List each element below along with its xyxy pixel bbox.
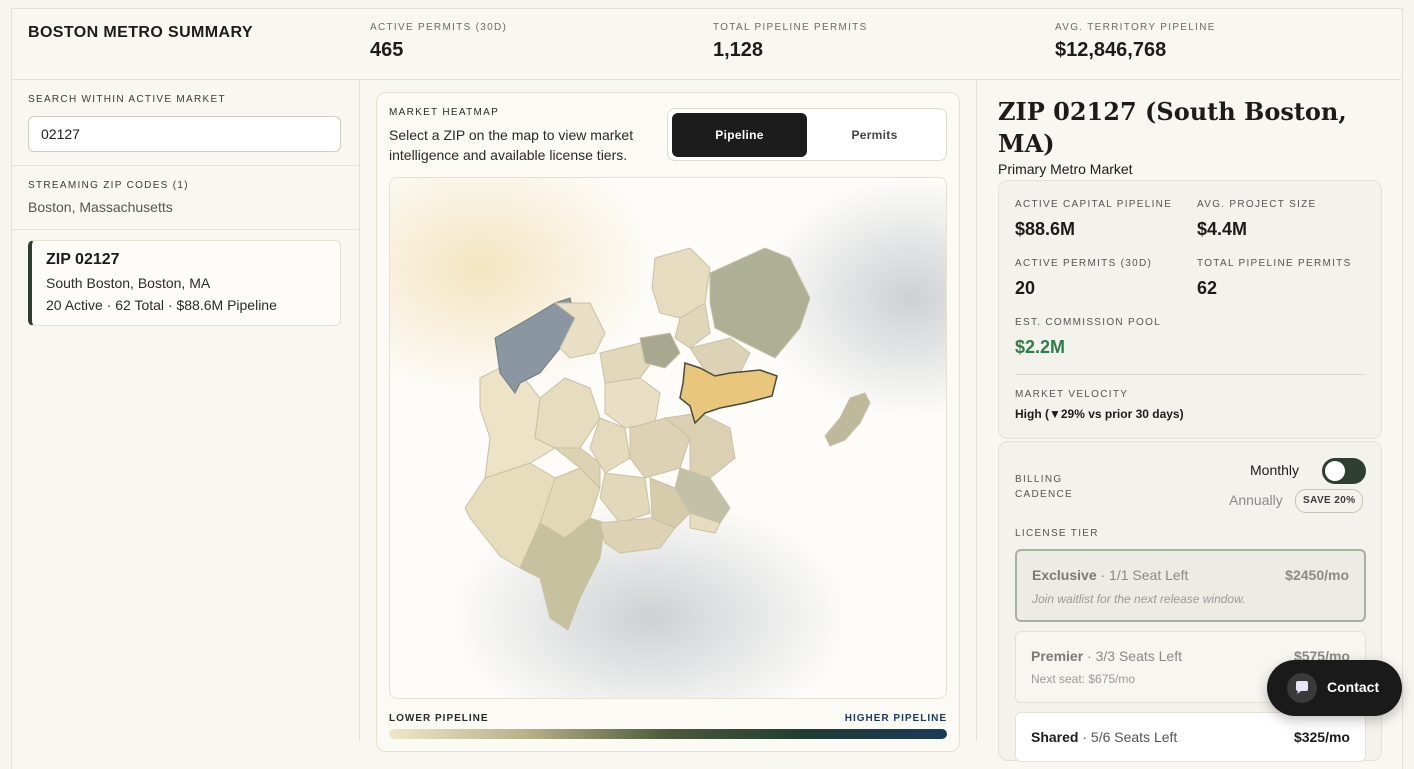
zip-result-title: ZIP 02127 <box>46 251 120 268</box>
zip-region <box>639 332 681 369</box>
summary-title: BOSTON METRO SUMMARY <box>28 24 253 41</box>
annually-option[interactable]: Annually <box>1229 492 1283 508</box>
zip-result-place: South Boston, Boston, MA <box>46 275 211 291</box>
chat-bubble-icon <box>1287 673 1317 703</box>
metric-value: $4.4M <box>1197 219 1248 239</box>
velocity-value: High (▼29% vs prior 30 days) <box>1015 407 1184 421</box>
streaming-label: STREAMING ZIP CODES (1) <box>28 180 189 191</box>
toggle-knob <box>1325 461 1345 481</box>
heatmap-label: MARKET HEATMAP <box>389 107 500 118</box>
pipeline-legend-bar <box>389 729 947 739</box>
legend-low-label: LOWER PIPELINE <box>389 713 489 724</box>
zip-detail-panel: ZIP 02127 (South Boston, MA) Primary Met… <box>976 80 1402 762</box>
tier-note: Join waitlist for the next release windo… <box>1032 592 1246 606</box>
metric-value: 20 <box>1015 278 1036 298</box>
toggle-permits[interactable]: Permits <box>807 113 942 157</box>
license-tier-label: LICENSE TIER <box>1015 528 1099 539</box>
contact-label: Contact <box>1327 679 1380 695</box>
tier-name: Shared · 5/6 Seats Left <box>1031 729 1178 745</box>
zip-map[interactable] <box>389 177 947 699</box>
metric-label: TOTAL PIPELINE PERMITS <box>1197 258 1352 269</box>
metro-summary-bar: BOSTON METRO SUMMARY ACTIVE PERMITS (30D… <box>11 8 1401 80</box>
tier-shared[interactable]: Shared · 5/6 Seats Left $325/mo <box>1015 712 1366 762</box>
stat-label: ACTIVE PERMITS (30D) <box>370 22 508 33</box>
tier-name: Premier · 3/3 Seats Left <box>1031 648 1182 664</box>
stat-label: TOTAL PIPELINE PERMITS <box>713 22 868 33</box>
tier-exclusive[interactable]: Exclusive · 1/1 Seat Left $2450/mo Join … <box>1015 549 1366 622</box>
zip-result-stats: 20 Active · 62 Total · $88.6M Pipeline <box>46 297 277 313</box>
zip-detail-subtitle: Primary Metro Market <box>998 161 1133 177</box>
search-sidebar: SEARCH WITHIN ACTIVE MARKET STREAMING ZI… <box>12 80 360 741</box>
monthly-option[interactable]: Monthly <box>1250 462 1299 478</box>
toggle-pipeline[interactable]: Pipeline <box>672 113 807 157</box>
search-label: SEARCH WITHIN ACTIVE MARKET <box>28 94 226 105</box>
stat-active-permits: ACTIVE PERMITS (30D) 465 <box>370 22 507 62</box>
billing-cadence-toggle[interactable] <box>1322 458 1366 484</box>
stat-label: AVG. TERRITORY PIPELINE <box>1055 22 1216 33</box>
market-heatmap-panel: MARKET HEATMAP Select a ZIP on the map t… <box>376 92 960 752</box>
stat-value: 1,128 <box>713 39 764 61</box>
tier-price: $2450/mo <box>1285 567 1349 583</box>
tier-name: Exclusive · 1/1 Seat Left <box>1032 567 1189 583</box>
stat-total-pipeline: TOTAL PIPELINE PERMITS 1,128 <box>713 22 868 62</box>
streaming-location: Boston, Massachusetts <box>28 199 173 215</box>
zip-region <box>604 377 661 429</box>
tier-price: $325/mo <box>1293 729 1350 745</box>
market-metrics-card: ACTIVE CAPITAL PIPELINE $88.6M AVG. PROJ… <box>998 180 1382 439</box>
save-badge: SAVE 20% <box>1295 489 1364 513</box>
legend-high-label: HIGHER PIPELINE <box>844 713 947 724</box>
divider <box>12 165 359 166</box>
velocity-label: MARKET VELOCITY <box>1015 389 1129 400</box>
zip-map-svg <box>390 178 946 698</box>
divider <box>12 229 359 230</box>
metric-label: AVG. PROJECT SIZE <box>1197 199 1317 210</box>
stat-value: 465 <box>370 39 404 61</box>
contact-button[interactable]: Contact <box>1267 660 1402 716</box>
heatmap-description: Select a ZIP on the map to view market i… <box>389 127 634 163</box>
metric-label: ACTIVE PERMITS (30D) <box>1015 258 1153 269</box>
metric-label: ACTIVE CAPITAL PIPELINE <box>1015 199 1173 210</box>
metric-label: EST. COMMISSION POOL <box>1015 317 1162 328</box>
metric-value: $88.6M <box>1015 219 1076 239</box>
commission-pool-value: $2.2M <box>1015 337 1066 357</box>
divider <box>1015 374 1365 375</box>
billing-label: BILLING CADENCE <box>1015 474 1073 500</box>
metric-value: 62 <box>1197 278 1218 298</box>
zip-search-input[interactable] <box>28 116 341 152</box>
stat-avg-territory: AVG. TERRITORY PIPELINE $12,846,768 <box>1055 22 1216 62</box>
stat-value: $12,846,768 <box>1055 39 1167 61</box>
zip-detail-title: ZIP 02127 (South Boston, MA) <box>998 97 1347 158</box>
tier-note: Next seat: $675/mo <box>1031 672 1136 686</box>
zip-result-card[interactable]: ZIP 02127 South Boston, Boston, MA 20 Ac… <box>28 240 341 326</box>
metric-toggle: Pipeline Permits <box>667 108 947 161</box>
